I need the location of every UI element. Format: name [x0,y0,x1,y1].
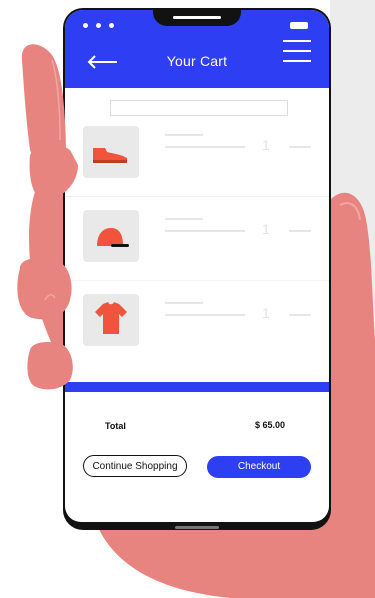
fingers-illustration [17,44,79,390]
illustration-scene: Your Cart 1 1 1 Total $ 65.00 Continue S… [0,0,375,598]
